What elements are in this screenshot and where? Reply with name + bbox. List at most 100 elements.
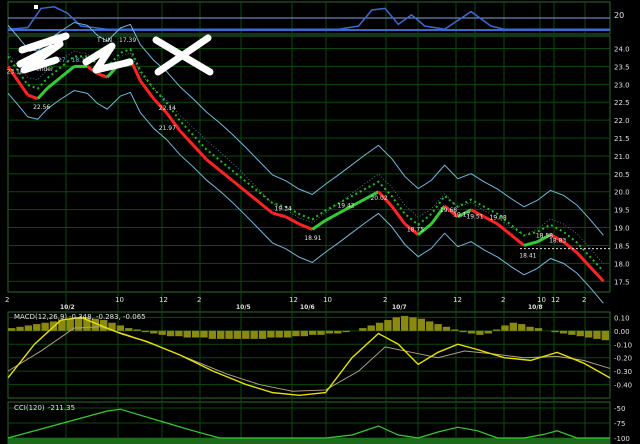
price-annotation: 22.56	[33, 104, 50, 111]
macd-histogram-bar	[484, 330, 492, 334]
price-y-tick: 20.0	[614, 189, 630, 197]
price-annotation: 18.41	[519, 253, 536, 260]
x-date-label: 10/2	[60, 304, 75, 311]
price-y-tick: 19.5	[614, 207, 630, 215]
price-annotation: 18.91	[304, 235, 321, 242]
cci-floor-band	[8, 438, 610, 444]
macd-histogram-bar	[568, 330, 576, 335]
macd-histogram-bar	[375, 322, 384, 331]
price-y-tick: 22.0	[614, 117, 630, 125]
price-annotation: 18.83	[549, 238, 566, 245]
price-annotation: 21.97	[159, 125, 176, 132]
macd-histogram-bar	[208, 330, 217, 339]
macd-histogram-bar	[392, 317, 400, 331]
macd-histogram-bar	[233, 330, 242, 339]
macd-y-tick: -0.20	[614, 355, 632, 363]
legend-fragment-2: 17.39	[119, 37, 136, 44]
macd-values: -0.348, -0.283, -0.065	[69, 313, 146, 321]
macd-histogram-bar	[141, 330, 150, 333]
price-annotation: 18.75	[407, 227, 424, 234]
price-y-tick: 21.0	[614, 153, 630, 161]
macd-histogram-bar	[292, 330, 300, 337]
macd-histogram-bar	[576, 330, 584, 337]
macd-histogram-bar	[342, 330, 350, 333]
x-tick-label: 12	[551, 296, 560, 304]
x-tick-label: 10	[323, 296, 332, 304]
macd-histogram-bar	[125, 328, 133, 331]
macd-histogram-bar	[183, 330, 191, 338]
cci-value: -211.35	[48, 404, 75, 412]
macd-histogram-bar	[434, 324, 442, 331]
macd-histogram-bar	[16, 326, 24, 331]
macd-histogram-bar	[24, 325, 33, 331]
macd-histogram-bar	[551, 330, 559, 333]
macd-histogram-bar	[501, 325, 509, 331]
macd-histogram-bar	[166, 330, 175, 337]
cci-y-tick: -75	[614, 420, 625, 428]
macd-histogram-bar	[367, 325, 375, 331]
price-y-tick: 17.5	[614, 278, 630, 286]
macd-histogram-bar	[225, 330, 233, 339]
price-y-tick: 23.5	[614, 63, 630, 71]
macd-histogram-bar	[283, 330, 292, 338]
x-date-label: 10/8	[528, 304, 543, 311]
x-tick-label: 2	[5, 296, 9, 304]
x-tick-label: 12	[453, 296, 462, 304]
price-annotation: 19.34	[275, 205, 292, 212]
macd-histogram-bar	[116, 325, 125, 331]
macd-y-tick: -0.10	[614, 341, 632, 349]
macd-histogram-bar	[459, 330, 467, 333]
price-annotation: 22.14	[159, 105, 176, 112]
macd-histogram-bar	[400, 316, 409, 331]
cci-title: CCI(120)	[14, 404, 45, 412]
price-annotation: 20.02	[370, 195, 387, 202]
price-y-tick: 24.0	[614, 46, 630, 54]
macd-histogram-bar	[250, 330, 258, 339]
macd-histogram-bar	[593, 330, 601, 339]
macd-histogram-bar	[534, 328, 543, 331]
macd-histogram-bar	[417, 318, 426, 331]
macd-histogram-bar	[584, 330, 593, 338]
macd-histogram-bar	[467, 330, 476, 334]
price-y-tick: 20.5	[614, 171, 630, 179]
macd-histogram-bar	[601, 330, 609, 341]
macd-histogram-bar	[258, 330, 267, 339]
x-date-label: 10/7	[392, 304, 407, 311]
macd-histogram-bar	[384, 320, 392, 331]
x-tick-label: 2	[582, 296, 586, 304]
macd-histogram-bar	[275, 330, 283, 338]
x-tick-label: 10	[115, 296, 124, 304]
macd-histogram-bar	[317, 330, 325, 335]
macd-histogram-bar	[325, 330, 334, 334]
macd-histogram-bar	[242, 330, 250, 339]
macd-histogram-bar	[175, 330, 183, 337]
macd-histogram-bar	[509, 322, 518, 331]
x-tick-label: 2	[383, 296, 387, 304]
legend-fragment-1: T LIN	[96, 37, 112, 44]
macd-histogram-bar	[334, 330, 342, 334]
macd-histogram-bar	[492, 329, 501, 331]
price-annotation: 19.08	[490, 215, 507, 222]
price-y-tick: 18.0	[614, 260, 630, 268]
x-tick-label: 10	[537, 296, 546, 304]
macd-histogram-bar	[150, 330, 158, 334]
x-tick-label: 12	[159, 296, 168, 304]
macd-histogram-bar	[442, 326, 451, 331]
macd-histogram-bar	[191, 330, 200, 338]
macd-histogram-bar	[133, 329, 141, 331]
x-tick-label: 2	[197, 296, 201, 304]
x-date-label: 10/6	[300, 304, 315, 311]
macd-histogram-bar	[217, 330, 225, 339]
macd-histogram-bar	[409, 317, 417, 331]
price-y-tick: 22.5	[614, 99, 630, 107]
macd-histogram-bar	[359, 328, 367, 331]
macd-histogram-bar	[476, 330, 484, 335]
price-y-tick: 23.0	[614, 81, 630, 89]
macd-y-tick: -0.30	[614, 368, 632, 376]
macd-histogram-bar	[41, 322, 49, 331]
price-annotation: 19.51	[466, 213, 483, 220]
x-date-label: 10/5	[236, 304, 251, 311]
macd-y-tick: -0.40	[614, 382, 632, 390]
macd-histogram-bar	[426, 321, 434, 331]
macd-title: MACD(12,26,9)	[14, 313, 67, 321]
